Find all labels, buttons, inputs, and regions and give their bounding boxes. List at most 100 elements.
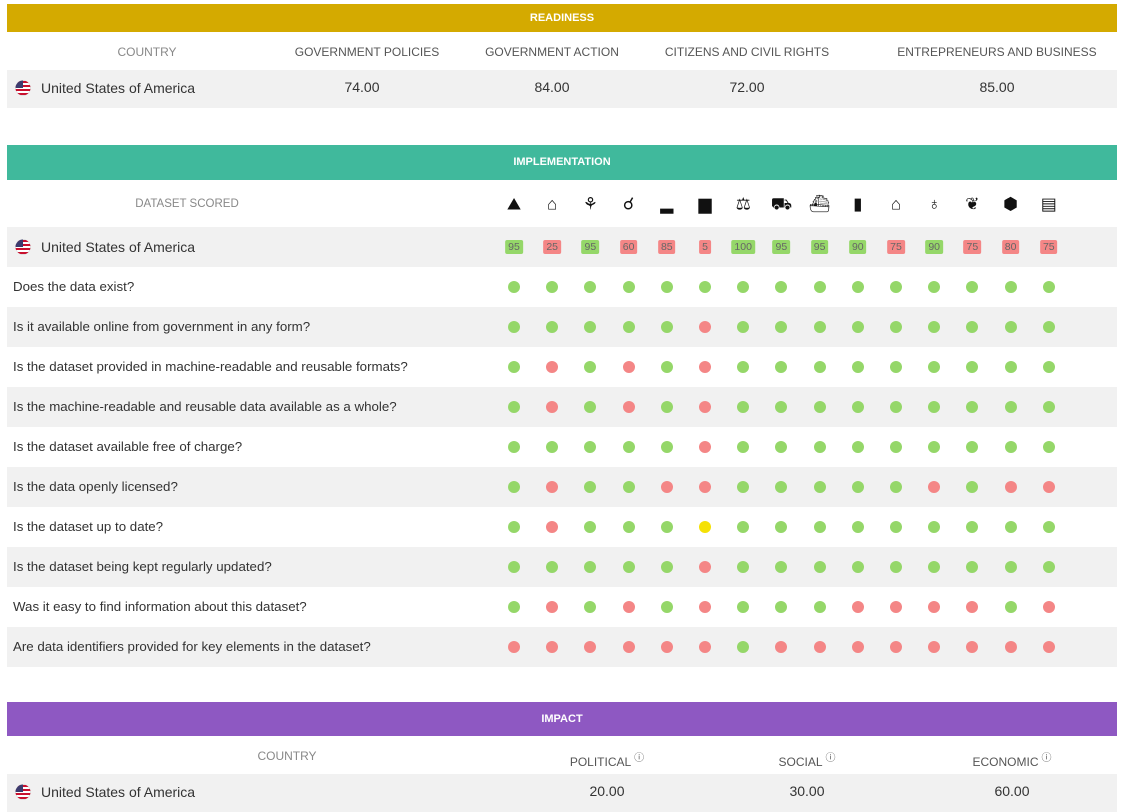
status-dot-yes[interactable] bbox=[813, 481, 826, 493]
status-dot-yes[interactable] bbox=[890, 561, 902, 573]
status-dot-yes[interactable] bbox=[622, 521, 635, 533]
status-dot-yes[interactable] bbox=[1004, 441, 1017, 453]
score-badge[interactable]: 80 bbox=[1001, 240, 1020, 254]
score-badge[interactable]: 90 bbox=[925, 240, 944, 254]
status-dot-yes[interactable] bbox=[851, 481, 864, 493]
status-dot-yes[interactable] bbox=[737, 281, 750, 293]
status-dot-yes[interactable] bbox=[775, 281, 788, 293]
status-dot-yes[interactable] bbox=[775, 441, 788, 453]
score-badge[interactable]: 90 bbox=[848, 240, 867, 254]
status-dot-yes[interactable] bbox=[737, 481, 750, 493]
status-dot-yes[interactable] bbox=[928, 561, 941, 573]
status-dot-yes[interactable] bbox=[699, 281, 711, 293]
score-badge[interactable]: 85 bbox=[657, 240, 676, 254]
score-badge[interactable]: 75 bbox=[963, 240, 982, 254]
status-dot-yes[interactable] bbox=[928, 401, 941, 413]
leaf-icon[interactable]: ❦ bbox=[965, 195, 979, 212]
score-badge[interactable]: 95 bbox=[810, 240, 829, 254]
status-dot-yes[interactable] bbox=[890, 521, 902, 533]
gavel-icon[interactable]: ⌂ bbox=[547, 195, 557, 212]
status-dot-yes[interactable] bbox=[851, 281, 864, 293]
status-dot-no[interactable] bbox=[699, 401, 711, 413]
dataset-column-12[interactable]: ❦ bbox=[953, 180, 991, 227]
status-dot-yes[interactable] bbox=[966, 281, 979, 293]
score-badge[interactable]: 95 bbox=[772, 240, 791, 254]
dataset-column-0[interactable]: ⛰ bbox=[495, 180, 533, 227]
status-dot-yes[interactable] bbox=[813, 321, 826, 333]
score-badge[interactable]: 95 bbox=[505, 240, 523, 254]
status-dot-yes[interactable] bbox=[660, 281, 673, 293]
status-dot-yes[interactable] bbox=[928, 321, 941, 333]
score-badge[interactable]: 5 bbox=[699, 240, 711, 254]
status-dot-yes[interactable] bbox=[966, 401, 979, 413]
status-dot-no[interactable] bbox=[546, 481, 559, 493]
status-dot-no[interactable] bbox=[890, 601, 902, 613]
status-dot-yes[interactable] bbox=[813, 561, 826, 573]
implementation-country[interactable]: United States of America bbox=[15, 239, 195, 255]
dataset-column-9[interactable]: ▮ bbox=[839, 180, 877, 227]
status-dot-yes[interactable] bbox=[737, 361, 750, 373]
status-dot-yes[interactable] bbox=[966, 481, 979, 493]
ship-icon[interactable]: ⛴ bbox=[809, 195, 831, 212]
status-dot-no[interactable] bbox=[622, 641, 635, 653]
status-dot-yes[interactable] bbox=[660, 401, 673, 413]
status-dot-yes[interactable] bbox=[508, 601, 520, 613]
status-dot-no[interactable] bbox=[622, 401, 635, 413]
status-dot-no[interactable] bbox=[546, 641, 559, 653]
status-dot-yes[interactable] bbox=[1004, 561, 1017, 573]
status-dot-yes[interactable] bbox=[851, 441, 864, 453]
status-dot-yes[interactable] bbox=[775, 521, 788, 533]
status-dot-no[interactable] bbox=[966, 601, 979, 613]
status-dot-yes[interactable] bbox=[508, 361, 520, 373]
status-dot-yes[interactable] bbox=[851, 401, 864, 413]
status-dot-yes[interactable] bbox=[546, 321, 559, 333]
status-dot-yes[interactable] bbox=[546, 281, 559, 293]
status-dot-no[interactable] bbox=[1004, 641, 1017, 653]
dataset-column-14[interactable]: ▤ bbox=[1030, 180, 1068, 227]
score-badge[interactable]: 75 bbox=[1039, 240, 1058, 254]
status-dot-yes[interactable] bbox=[737, 401, 750, 413]
status-dot-yes[interactable] bbox=[508, 321, 520, 333]
score-badge[interactable]: 60 bbox=[619, 240, 638, 254]
status-dot-yes[interactable] bbox=[775, 321, 788, 333]
status-dot-no[interactable] bbox=[928, 481, 941, 493]
status-dot-yes[interactable] bbox=[660, 561, 673, 573]
status-dot-yes[interactable] bbox=[851, 361, 864, 373]
house-icon[interactable]: ⌂ bbox=[891, 195, 901, 212]
status-dot-yes[interactable] bbox=[928, 361, 941, 373]
status-dot-yes[interactable] bbox=[622, 481, 635, 493]
status-dot-no[interactable] bbox=[699, 361, 711, 373]
status-dot-yes[interactable] bbox=[851, 321, 864, 333]
status-dot-yes[interactable] bbox=[622, 321, 635, 333]
dataset-column-4[interactable]: ▂ bbox=[648, 180, 686, 227]
building-icon[interactable]: ▆ bbox=[698, 195, 711, 212]
status-dot-yes[interactable] bbox=[890, 401, 902, 413]
status-dot-yes[interactable] bbox=[1042, 321, 1055, 333]
globe-icon[interactable]: ♁ bbox=[928, 195, 941, 212]
bars-icon[interactable]: ▂ bbox=[660, 195, 673, 212]
status-dot-yes[interactable] bbox=[890, 481, 902, 493]
status-dot-yes[interactable] bbox=[737, 441, 750, 453]
scales-icon[interactable]: ⚖ bbox=[736, 195, 751, 212]
status-dot-partial[interactable] bbox=[699, 521, 711, 533]
status-dot-no[interactable] bbox=[928, 601, 941, 613]
status-dot-no[interactable] bbox=[699, 321, 711, 333]
status-dot-yes[interactable] bbox=[890, 321, 902, 333]
status-dot-yes[interactable] bbox=[660, 441, 673, 453]
status-dot-no[interactable] bbox=[546, 401, 559, 413]
dataset-column-13[interactable]: ⬢ bbox=[992, 180, 1030, 227]
status-dot-no[interactable] bbox=[699, 601, 711, 613]
dataset-column-8[interactable]: ⛴ bbox=[801, 180, 839, 227]
status-dot-yes[interactable] bbox=[508, 521, 520, 533]
dataset-column-10[interactable]: ⌂ bbox=[877, 180, 915, 227]
status-dot-yes[interactable] bbox=[1042, 521, 1055, 533]
status-dot-yes[interactable] bbox=[813, 441, 826, 453]
status-dot-no[interactable] bbox=[890, 641, 902, 653]
chart-icon[interactable]: ⚘ bbox=[583, 195, 598, 212]
map-icon[interactable]: ⛰ bbox=[507, 195, 521, 212]
status-dot-yes[interactable] bbox=[928, 521, 941, 533]
dataset-column-2[interactable]: ⚘ bbox=[571, 180, 609, 227]
status-dot-no[interactable] bbox=[508, 641, 520, 653]
impact-country[interactable]: United States of America bbox=[15, 784, 195, 800]
status-dot-no[interactable] bbox=[775, 641, 788, 653]
